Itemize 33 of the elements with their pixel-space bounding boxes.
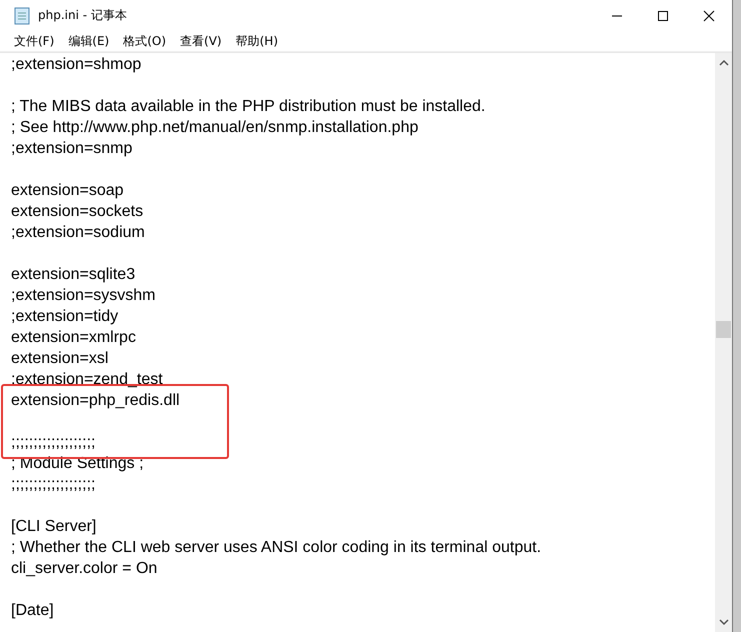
code-line: ;;;;;;;;;;;;;;;;;;; xyxy=(11,475,96,495)
code-line: ;extension=zend_test xyxy=(11,370,164,390)
code-line: [Date] xyxy=(11,601,55,621)
code-line: cli_server.color = On xyxy=(11,559,158,579)
code-line: extension=php_redis.dll xyxy=(11,391,181,411)
code-line: ;;;;;;;;;;;;;;;;;;; xyxy=(11,433,96,453)
menu-item[interactable]: 格式(O) xyxy=(117,32,172,50)
code-line: extension=sqlite3 xyxy=(11,265,136,285)
menu-item[interactable]: 帮助(H) xyxy=(230,32,284,50)
window-title: php.ini - 记事本 xyxy=(38,7,127,24)
menu-item[interactable]: 查看(V) xyxy=(174,32,228,50)
scroll-thumb[interactable] xyxy=(716,321,731,338)
code-line: ;extension=tidy xyxy=(11,307,120,327)
code-line: ;extension=shmop xyxy=(11,55,142,75)
code-line: extension=xmlrpc xyxy=(11,328,137,348)
code-line: ; The MIBS data available in the PHP distribution must be installed. xyxy=(11,97,486,117)
notepad-icon xyxy=(14,6,30,24)
code-line: ;extension=snmp xyxy=(11,139,134,159)
close-icon xyxy=(703,10,715,22)
code-line: extension=soap xyxy=(11,181,125,201)
scroll-up-icon[interactable] xyxy=(718,59,728,67)
code-line: [CLI Server] xyxy=(11,517,98,537)
code-line: extension=sockets xyxy=(11,202,144,222)
vertical-scrollbar[interactable] xyxy=(715,53,732,632)
menu-item[interactable]: 编辑(E) xyxy=(62,32,116,50)
code-line: extension=xsl xyxy=(11,349,110,369)
menu-item[interactable]: 文件(F) xyxy=(8,32,60,50)
code-line: ; See http://www.php.net/manual/en/snmp.installation.php xyxy=(11,118,420,138)
scroll-down-icon[interactable] xyxy=(718,618,728,626)
code-line: ;extension=sodium xyxy=(11,223,146,243)
code-line: ;extension=sysvshm xyxy=(11,286,157,306)
maximize-icon xyxy=(657,10,669,22)
code-line: ; Whether the CLI web server uses ANSI color coding in its terminal output. xyxy=(11,538,542,558)
